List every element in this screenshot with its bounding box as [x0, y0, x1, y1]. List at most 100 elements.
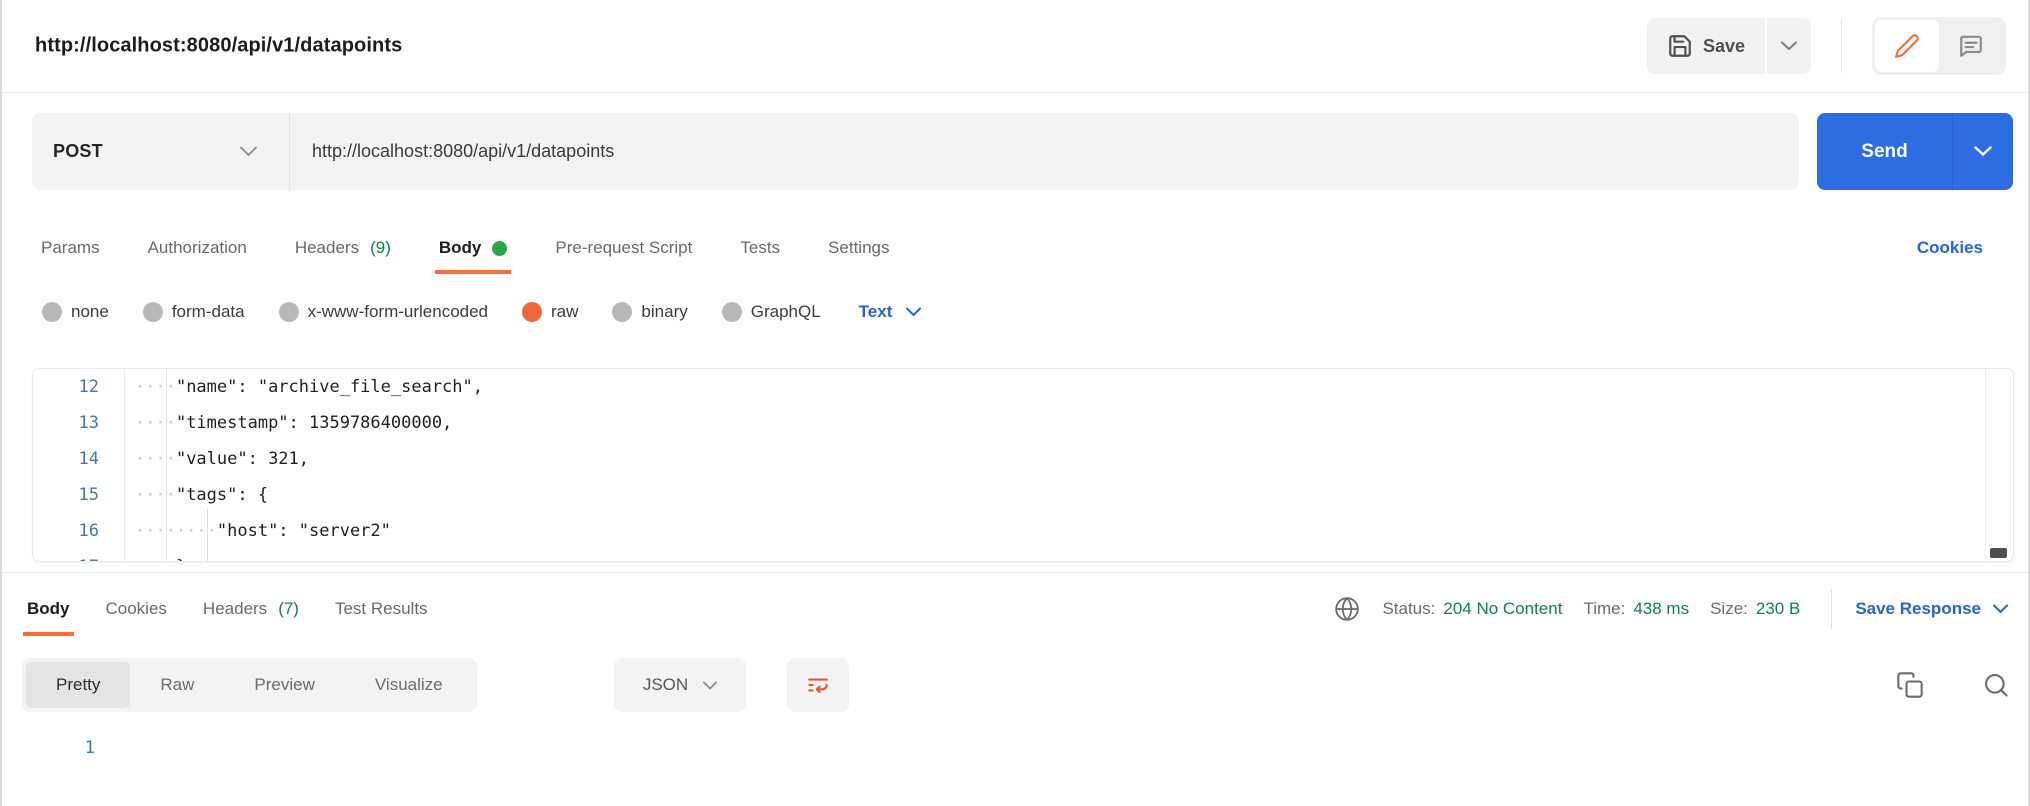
radio-none[interactable]: none	[42, 302, 109, 322]
chevron-down-icon	[906, 307, 922, 317]
save-split-button: Save	[1646, 18, 1811, 74]
response-tab-body[interactable]: Body	[23, 580, 73, 638]
tab-params[interactable]: Params	[41, 220, 100, 276]
response-body-viewer[interactable]: 1	[2, 730, 2028, 806]
method-selector[interactable]: POST	[32, 113, 290, 190]
request-body-editor[interactable]: 12 ····"name": "archive_file_search", 13…	[32, 368, 2014, 562]
search-response-button[interactable]	[1978, 667, 2014, 703]
tab-label: Params	[41, 238, 100, 257]
tab-settings[interactable]: Settings	[828, 220, 889, 276]
tab-label: Authorization	[147, 238, 247, 257]
rest-client-window: http://localhost:8080/api/v1/datapoints …	[0, 0, 2030, 806]
response-tab-cookies[interactable]: Cookies	[106, 580, 167, 638]
view-raw[interactable]: Raw	[130, 662, 224, 708]
code-text: ········"host": "server2"	[125, 521, 391, 541]
body-modified-dot	[492, 240, 508, 256]
section-divider	[2, 572, 2028, 573]
time-value: 438 ms	[1633, 599, 1690, 618]
line-number: 13	[33, 405, 125, 441]
view-pretty[interactable]: Pretty	[26, 662, 131, 708]
code-content: "tags": {	[175, 485, 269, 505]
radio-icon	[721, 302, 742, 322]
tab-label: Settings	[828, 238, 890, 257]
copy-response-button[interactable]	[1892, 667, 1928, 703]
radio-label: x-www-form-urlencoded	[307, 302, 489, 321]
radio-form-data[interactable]: form-data	[142, 302, 245, 322]
view-preview[interactable]: Preview	[224, 662, 344, 708]
cookies-link[interactable]: Cookies	[1917, 220, 1983, 276]
send-options-button[interactable]	[1952, 113, 2013, 190]
radio-x-www-form-urlencoded[interactable]: x-www-form-urlencoded	[278, 302, 489, 322]
request-tabs: Params Authorization Headers (9) Body Pre…	[2, 220, 2028, 276]
line-number: 16	[33, 513, 125, 549]
save-response-button[interactable]: Save Response	[1855, 599, 2008, 619]
tab-authorization[interactable]: Authorization	[148, 220, 247, 276]
tab-headers[interactable]: Headers (9)	[295, 220, 391, 276]
save-button-label: Save	[1702, 35, 1745, 56]
send-button-label: Send	[1861, 140, 1908, 162]
radio-binary[interactable]: binary	[612, 302, 688, 322]
tab-label: Body	[438, 238, 482, 257]
scrollbar-thumb[interactable]	[1990, 548, 2007, 558]
indent-guide	[207, 509, 208, 561]
response-tab-test-results[interactable]: Test Results	[335, 580, 428, 638]
code-text: ····"timestamp": 1359786400000,	[125, 413, 452, 433]
code-line: 12 ····"name": "archive_file_search",	[33, 369, 2013, 405]
tab-label: Body	[27, 599, 70, 618]
line-number: 1	[84, 738, 95, 758]
comments-button[interactable]	[1939, 20, 2003, 72]
body-type-selector: none form-data x-www-form-urlencoded raw…	[2, 288, 2028, 336]
tab-body[interactable]: Body	[434, 220, 511, 276]
radio-raw[interactable]: raw	[522, 302, 578, 322]
header-divider	[1841, 19, 1842, 73]
wrap-lines-button[interactable]	[787, 658, 849, 712]
view-visualize[interactable]: Visualize	[345, 662, 473, 708]
code-text: ····"tags": {	[125, 485, 268, 505]
radio-icon	[42, 302, 62, 322]
response-view-switcher: Pretty Raw Preview Visualize	[22, 658, 477, 712]
status-pair: Status: 204 No Content	[1382, 599, 1562, 619]
code-line: 17 ····}	[33, 549, 2013, 561]
save-button[interactable]: Save	[1646, 18, 1765, 74]
whitespace-dots: ····	[135, 485, 176, 505]
tab-label: Headers	[294, 238, 360, 257]
raw-format-dropdown[interactable]: Text	[859, 302, 922, 322]
radio-icon	[278, 302, 299, 322]
chevron-down-icon	[703, 681, 718, 690]
editor-scrollbar[interactable]	[1985, 369, 2013, 561]
response-tab-headers[interactable]: Headers (7)	[203, 580, 299, 638]
radio-label: none	[71, 302, 109, 321]
globe-icon[interactable]	[1334, 596, 1360, 622]
response-format-label: JSON	[642, 675, 689, 694]
radio-graphql[interactable]: GraphQL	[721, 302, 821, 322]
code-line: 15 ····"tags": {	[33, 477, 2013, 513]
line-number: 15	[33, 477, 125, 513]
tab-label: Pre-request Script	[555, 238, 693, 257]
method-label: POST	[53, 141, 103, 161]
tab-pre-request-script[interactable]: Pre-request Script	[555, 220, 692, 276]
send-button[interactable]: Send	[1817, 113, 1952, 190]
floppy-disk-icon	[1667, 33, 1693, 59]
radio-label: GraphQL	[750, 302, 821, 321]
search-icon	[1982, 671, 2010, 699]
line-number: 14	[33, 441, 125, 477]
tab-tests[interactable]: Tests	[740, 220, 780, 276]
radio-selected-icon	[522, 302, 543, 322]
code-line: 13 ····"timestamp": 1359786400000,	[33, 405, 2013, 441]
request-title: http://localhost:8080/api/v1/datapoints	[35, 34, 403, 57]
save-options-button[interactable]	[1767, 18, 1811, 74]
status-label: Status:	[1382, 599, 1436, 618]
save-response-label: Save Response	[1855, 599, 1981, 618]
radio-icon	[142, 302, 163, 322]
code-text: ····"value": 321,	[125, 449, 309, 469]
url-input[interactable]	[290, 113, 1799, 190]
whitespace-dots: ········	[135, 521, 217, 541]
request-url-bar: POST	[32, 113, 1799, 190]
response-format-dropdown[interactable]: JSON	[614, 658, 746, 712]
copy-icon	[1896, 671, 1924, 699]
whitespace-dots: ····	[135, 413, 176, 433]
code-text: ····}	[125, 557, 186, 561]
edit-mode-button[interactable]	[1875, 20, 1939, 72]
chevron-down-icon	[1974, 146, 1992, 157]
code-content: "host": "server2"	[216, 521, 391, 541]
